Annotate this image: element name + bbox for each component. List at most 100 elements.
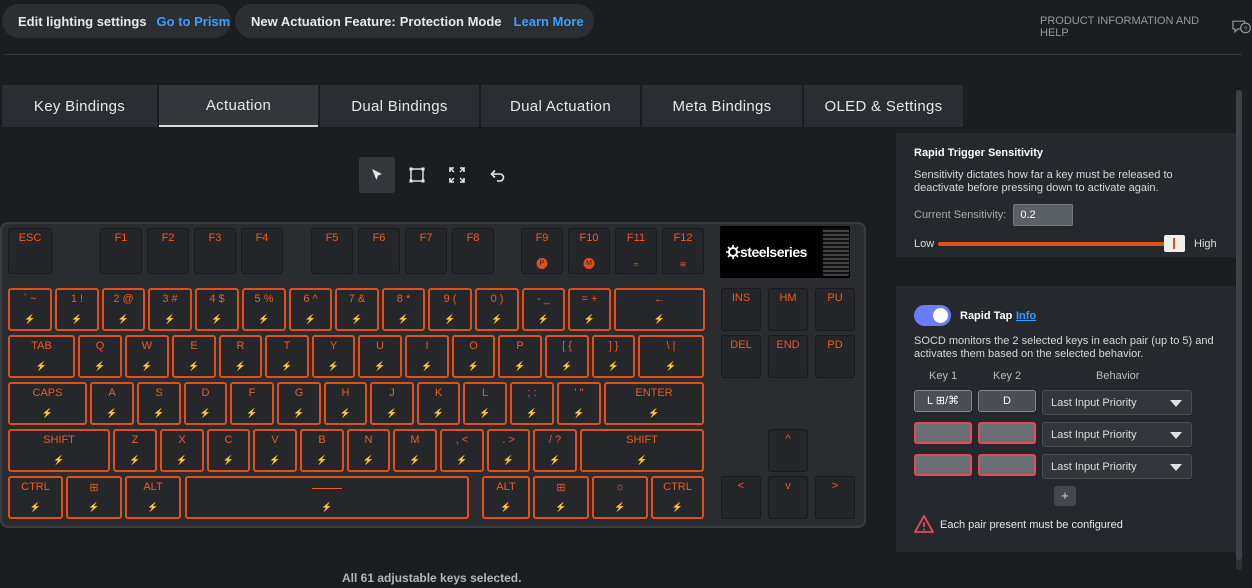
key-r2-9[interactable]: O ⚡ bbox=[452, 335, 495, 378]
key-r1-15[interactable]: HM bbox=[768, 288, 808, 331]
key-r2-3[interactable]: E ⚡ bbox=[172, 335, 216, 378]
key-r2-14[interactable]: DEL bbox=[721, 335, 761, 378]
key-r2-15[interactable]: END bbox=[768, 335, 808, 378]
key-r3-7[interactable]: J ⚡ bbox=[370, 382, 414, 425]
key-r3-3[interactable]: D ⚡ bbox=[184, 382, 227, 425]
tab-actuation[interactable]: Actuation bbox=[159, 85, 318, 127]
key-r0-9[interactable]: F9 P bbox=[521, 228, 563, 274]
key-r4-4[interactable]: V ⚡ bbox=[253, 429, 297, 472]
key-r5-3[interactable]: ⚡ bbox=[185, 476, 469, 519]
key-r3-0[interactable]: CAPS ⚡ bbox=[8, 382, 87, 425]
key-r5-6[interactable]: ☼ ⚡ bbox=[592, 476, 648, 519]
key-r2-13[interactable]: \ | ⚡ bbox=[638, 335, 704, 378]
key-r1-3[interactable]: 3 # ⚡ bbox=[148, 288, 192, 331]
key-r2-0[interactable]: TAB ⚡ bbox=[8, 335, 75, 378]
add-pair-button[interactable]: + bbox=[1054, 486, 1076, 506]
key-r1-13[interactable]: ← ⚡ bbox=[614, 288, 705, 331]
key-r2-10[interactable]: P ⚡ bbox=[498, 335, 542, 378]
key-r1-7[interactable]: 7 & ⚡ bbox=[335, 288, 379, 331]
key-r4-6[interactable]: N ⚡ bbox=[347, 429, 390, 472]
key-r1-9[interactable]: 9 (⚡ bbox=[428, 288, 472, 331]
key-r0-5[interactable]: F5 bbox=[311, 228, 353, 274]
key-r2-4[interactable]: R ⚡ bbox=[219, 335, 262, 378]
key-r1-16[interactable]: PU bbox=[815, 288, 855, 331]
key-r4-3[interactable]: C ⚡ bbox=[207, 429, 250, 472]
key-r5-4[interactable]: ALT ⚡ bbox=[482, 476, 530, 519]
key-r4-8[interactable]: , < ⚡ bbox=[440, 429, 484, 472]
key-r0-2[interactable]: F2 bbox=[147, 228, 189, 274]
pair3-key2[interactable] bbox=[978, 454, 1036, 476]
key-r0-0[interactable]: ESC bbox=[8, 228, 52, 274]
sensitivity-input[interactable]: 0.2 bbox=[1013, 204, 1074, 226]
key-r3-12[interactable]: ENTER ⚡ bbox=[604, 382, 704, 425]
key-r5-10[interactable]: > bbox=[815, 476, 855, 519]
key-r4-11[interactable]: SHIFT ⚡ bbox=[580, 429, 704, 472]
key-r3-11[interactable]: ' " ⚡ bbox=[557, 382, 601, 425]
key-r5-7[interactable]: CTRL ⚡ bbox=[651, 476, 704, 519]
learn-more-link[interactable]: Learn More bbox=[514, 14, 584, 29]
key-r5-9[interactable]: v bbox=[768, 476, 808, 519]
key-r1-8[interactable]: 8 * ⚡ bbox=[382, 288, 425, 331]
tab-oled-settings[interactable]: OLED & Settings bbox=[804, 85, 963, 127]
key-r0-6[interactable]: F6 bbox=[358, 228, 400, 274]
tab-dual-actuation[interactable]: Dual Actuation bbox=[481, 85, 640, 127]
select-all-button[interactable] bbox=[439, 157, 475, 193]
key-r2-7[interactable]: U ⚡ bbox=[358, 335, 402, 378]
product-help-link[interactable]: PRODUCT INFORMATION AND HELP ? bbox=[1040, 15, 1252, 39]
key-r4-1[interactable]: Z ⚡ bbox=[113, 429, 157, 472]
key-r0-8[interactable]: F8 bbox=[452, 228, 494, 274]
rapid-tap-info-link[interactable]: Info bbox=[1016, 310, 1036, 322]
key-r1-1[interactable]: 1 ! ⚡ bbox=[55, 288, 99, 331]
tab-dual-bindings[interactable]: Dual Bindings bbox=[320, 85, 479, 127]
key-r1-2[interactable]: 2 @ ⚡ bbox=[102, 288, 145, 331]
pair1-key2[interactable]: D bbox=[978, 390, 1036, 412]
sensitivity-slider-track[interactable] bbox=[938, 242, 1176, 246]
pair2-key1[interactable] bbox=[914, 422, 972, 444]
key-r3-10[interactable]: ; : ⚡ bbox=[510, 382, 554, 425]
key-r0-1[interactable]: F1 bbox=[100, 228, 142, 274]
key-r1-10[interactable]: 0 ) ⚡ bbox=[475, 288, 519, 331]
key-r0-3[interactable]: F3 bbox=[194, 228, 236, 274]
pair1-key1[interactable]: L ⊞/⌘ bbox=[914, 390, 972, 412]
pair2-behavior-select[interactable]: Last Input Priority bbox=[1042, 422, 1192, 447]
key-r0-12[interactable]: F12 ≋ bbox=[662, 228, 704, 274]
key-r4-7[interactable]: M ⚡ bbox=[393, 429, 437, 472]
key-r1-14[interactable]: INS bbox=[721, 288, 761, 331]
key-r2-11[interactable]: [ {⚡ bbox=[545, 335, 589, 378]
key-r4-9[interactable]: . > ⚡ bbox=[487, 429, 530, 472]
key-r5-0[interactable]: CTRL ⚡ bbox=[8, 476, 63, 519]
key-r3-4[interactable]: F ⚡ bbox=[230, 382, 274, 425]
key-r3-8[interactable]: K ⚡ bbox=[417, 382, 460, 425]
key-r5-5[interactable]: ⊞ ⚡ bbox=[533, 476, 589, 519]
key-r2-1[interactable]: Q ⚡ bbox=[78, 335, 122, 378]
pair3-behavior-select[interactable]: Last Input Priority bbox=[1042, 454, 1192, 479]
key-r0-11[interactable]: F11 ≈ bbox=[615, 228, 657, 274]
go-to-prism-link[interactable]: Go to Prism bbox=[157, 14, 231, 29]
key-r4-2[interactable]: X ⚡ bbox=[160, 429, 204, 472]
key-r1-0[interactable]: ` ~ ⚡ bbox=[8, 288, 52, 331]
sensitivity-slider-thumb[interactable] bbox=[1164, 235, 1185, 252]
pair3-key1[interactable] bbox=[914, 454, 972, 476]
key-r0-7[interactable]: F7 bbox=[405, 228, 447, 274]
key-r2-2[interactable]: W ⚡ bbox=[125, 335, 169, 378]
scrollbar-thumb[interactable] bbox=[1236, 90, 1242, 560]
key-r0-10[interactable]: F10 M bbox=[568, 228, 610, 274]
key-r1-5[interactable]: 5 % ⚡ bbox=[242, 288, 286, 331]
key-r3-6[interactable]: H ⚡ bbox=[324, 382, 367, 425]
key-r3-9[interactable]: L ⚡ bbox=[463, 382, 507, 425]
key-r5-1[interactable]: ⊞ ⚡ bbox=[66, 476, 122, 519]
scrollbar[interactable] bbox=[1236, 90, 1242, 570]
key-r3-2[interactable]: S ⚡ bbox=[137, 382, 181, 425]
tab-key-bindings[interactable]: Key Bindings bbox=[2, 85, 157, 127]
key-r4-0[interactable]: SHIFT ⚡ bbox=[8, 429, 110, 472]
undo-button[interactable] bbox=[479, 157, 515, 193]
key-r3-1[interactable]: A ⚡ bbox=[90, 382, 134, 425]
tab-meta-bindings[interactable]: Meta Bindings bbox=[642, 85, 802, 127]
key-r5-2[interactable]: ALT ⚡ bbox=[125, 476, 181, 519]
key-r1-4[interactable]: 4 $ ⚡ bbox=[195, 288, 239, 331]
key-r2-6[interactable]: Y ⚡ bbox=[312, 335, 355, 378]
key-r1-12[interactable]: = + ⚡ bbox=[568, 288, 611, 331]
rapid-tap-toggle[interactable] bbox=[914, 305, 951, 326]
key-r1-6[interactable]: 6 ^ ⚡ bbox=[289, 288, 332, 331]
pair1-behavior-select[interactable]: Last Input Priority bbox=[1042, 390, 1192, 415]
